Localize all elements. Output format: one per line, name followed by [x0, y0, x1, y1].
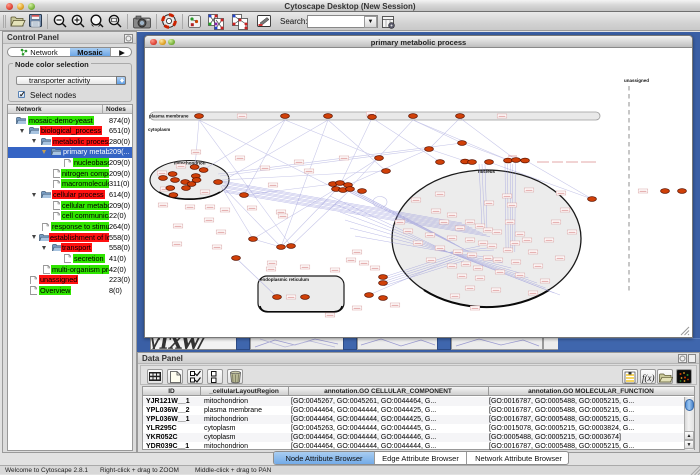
svg-text:f(x): f(x) — [642, 373, 655, 383]
svg-text:unassigned: unassigned — [624, 78, 649, 83]
svg-text:plasma membrane: plasma membrane — [149, 114, 189, 119]
svg-text:endoplasmic reticulum: endoplasmic reticulum — [260, 277, 309, 282]
svg-text:cytoplasm: cytoplasm — [148, 127, 170, 132]
svg-text:nucleus: nucleus — [478, 169, 496, 174]
